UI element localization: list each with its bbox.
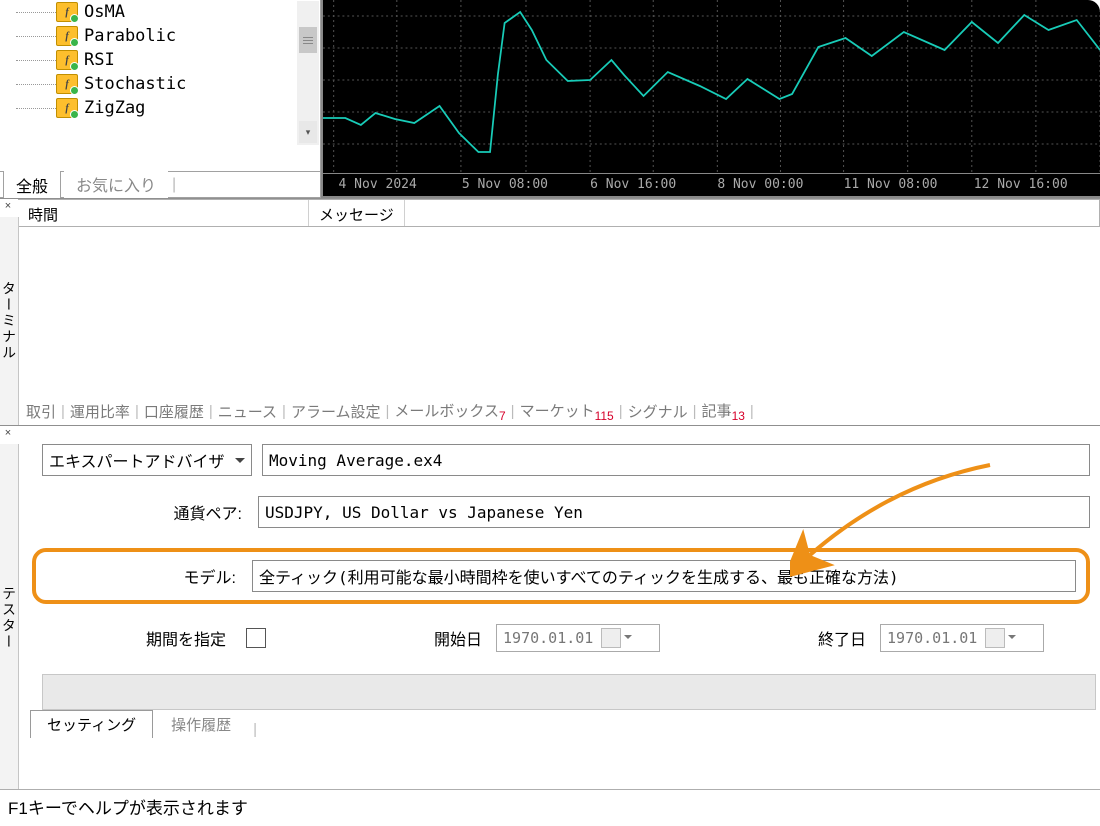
tree-item[interactable]: f Parabolic xyxy=(56,24,316,48)
terminal-tabs: 取引 | 運用比率 | 口座履歴 | ニュース | アラーム設定 | メールボッ… xyxy=(18,397,1100,425)
indicator-icon: f xyxy=(56,2,78,22)
terminal-tab[interactable]: マーケット115 xyxy=(520,400,614,423)
tab-separator: | xyxy=(172,176,176,194)
tester-vertical-label: テスター xyxy=(0,444,19,791)
use-period-checkbox[interactable] xyxy=(246,628,266,648)
tab-favorites[interactable]: お気に入り xyxy=(64,169,168,199)
to-date-label: 終了日 xyxy=(818,626,866,650)
use-period-label: 期間を指定 xyxy=(42,626,232,650)
tree-item-label: ZigZag xyxy=(84,98,145,118)
navigator-pane: f OsMA f Parabolic f RSI f Stochastic f ZigZa… xyxy=(0,0,321,198)
ea-type-combo[interactable]: エキスパートアドバイザ xyxy=(42,444,252,476)
symbol-field[interactable]: USDJPY, US Dollar vs Japanese Yen xyxy=(258,496,1090,528)
terminal-columns: 時間 メッセージ xyxy=(18,199,1100,227)
indicator-icon: f xyxy=(56,26,78,46)
terminal-log-area[interactable] xyxy=(18,227,1100,397)
tab-general[interactable]: 全般 xyxy=(3,169,61,200)
tree-item-label: Stochastic xyxy=(84,74,186,94)
progress-strip xyxy=(42,674,1096,710)
model-label: モデル: xyxy=(46,564,242,588)
scroll-thumb[interactable] xyxy=(299,27,317,53)
tree-item[interactable]: f Stochastic xyxy=(56,72,316,96)
terminal-tab[interactable]: 運用比率 xyxy=(70,401,130,422)
col-message[interactable]: メッセージ xyxy=(309,200,405,226)
scroll-down-icon[interactable]: ▾ xyxy=(299,121,317,143)
model-highlight: モデル: 全ティック(利用可能な最小時間枠を使いすべてのティックを生成する、最も… xyxy=(32,548,1090,604)
tree-item[interactable]: f ZigZag xyxy=(56,96,316,120)
terminal-tab[interactable]: ニュース xyxy=(218,401,277,422)
terminal-tab[interactable]: 取引 xyxy=(26,401,56,422)
terminal-tab[interactable]: 記事13 xyxy=(702,400,745,423)
model-combo[interactable]: 全ティック(利用可能な最小時間枠を使いすべてのティックを生成する、最も正確な方法… xyxy=(252,560,1076,592)
indicator-icon: f xyxy=(56,74,78,94)
tab-journal[interactable]: 操作履歴 xyxy=(155,711,247,738)
indicator-tree[interactable]: f OsMA f Parabolic f RSI f Stochastic f ZigZa… xyxy=(0,0,320,124)
to-date-field[interactable]: 1970.01.01 xyxy=(880,624,1044,652)
terminal-tab[interactable]: アラーム設定 xyxy=(291,401,381,422)
tree-item-label: Parabolic xyxy=(84,26,176,46)
symbol-label: 通貨ペア: xyxy=(42,500,248,524)
navigator-scrollbar[interactable]: ▾ xyxy=(297,1,319,145)
terminal-tab[interactable]: シグナル xyxy=(628,401,688,422)
price-chart[interactable]: 4 Nov 20245 Nov 08:006 Nov 16:008 Nov 00… xyxy=(321,0,1100,198)
from-date-label: 開始日 xyxy=(434,626,482,650)
close-icon[interactable]: × xyxy=(2,428,14,440)
terminal-tab[interactable]: 口座履歴 xyxy=(144,401,204,422)
indicator-icon: f xyxy=(56,98,78,118)
calendar-icon[interactable] xyxy=(601,628,621,648)
tab-settings[interactable]: セッティング xyxy=(30,710,153,738)
terminal-panel: × ターミナル 時間 メッセージ 取引 | 運用比率 | 口座履歴 | ニュース… xyxy=(0,198,1100,425)
tree-item-label: OsMA xyxy=(84,2,125,22)
tester-panel: × テスター エキスパートアドバイザ Moving Average.ex4 通貨… xyxy=(0,425,1100,791)
terminal-vertical-label: ターミナル xyxy=(0,217,19,425)
terminal-tab[interactable]: メールボックス7 xyxy=(394,400,505,423)
tree-item[interactable]: f RSI xyxy=(56,48,316,72)
tree-item[interactable]: f OsMA xyxy=(56,0,316,24)
chart-time-axis: 4 Nov 20245 Nov 08:006 Nov 16:008 Nov 00… xyxy=(323,173,1100,196)
ea-file-field[interactable]: Moving Average.ex4 xyxy=(262,444,1090,476)
status-bar: F1キーでヘルプが表示されます xyxy=(0,789,1100,826)
close-icon[interactable]: × xyxy=(2,201,14,213)
col-time[interactable]: 時間 xyxy=(18,200,309,226)
from-date-field[interactable]: 1970.01.01 xyxy=(496,624,660,652)
tree-item-label: RSI xyxy=(84,50,115,70)
calendar-icon[interactable] xyxy=(985,628,1005,648)
indicator-icon: f xyxy=(56,50,78,70)
